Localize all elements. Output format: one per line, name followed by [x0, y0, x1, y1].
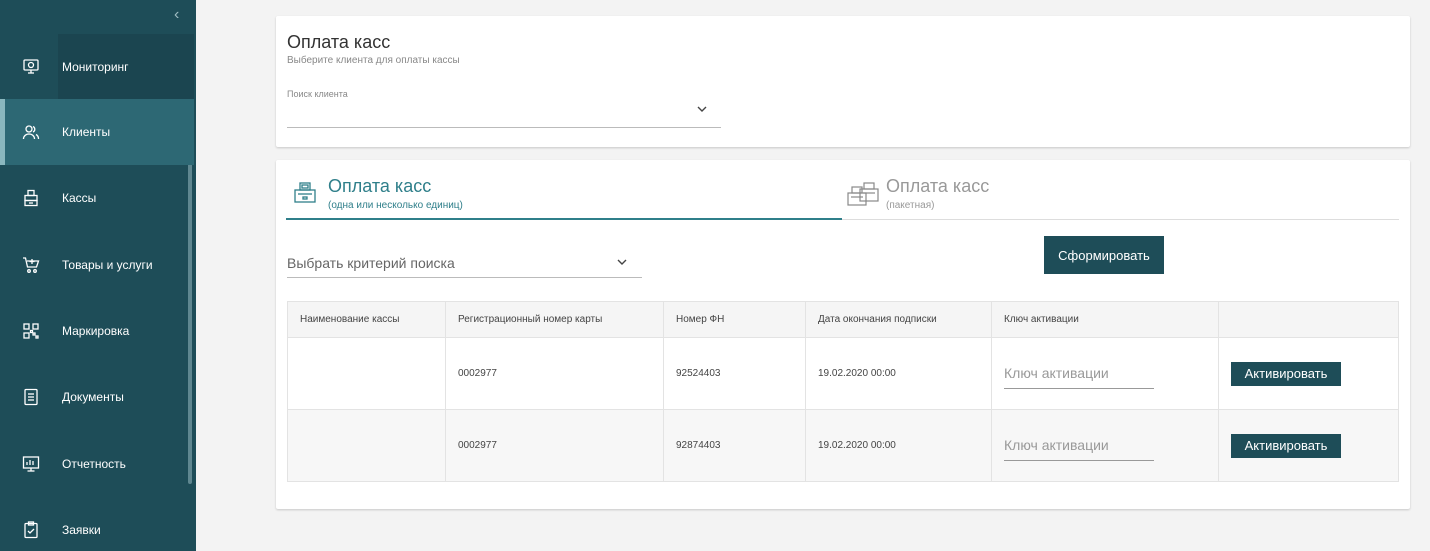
sidebar: ‹ Мониторинг Клиенты Кассы Товары и услу… — [0, 0, 196, 551]
column-header — [1218, 301, 1399, 338]
document-icon — [22, 388, 40, 406]
sidebar-item-monitoring[interactable]: Мониторинг — [0, 34, 194, 100]
sidebar-item-reports[interactable]: Отчетность — [0, 431, 194, 497]
chevron-down-icon — [616, 255, 628, 267]
activate-button[interactable]: Активировать — [1231, 433, 1341, 458]
sidebar-item-label: Товары и услуги — [62, 258, 153, 272]
sidebar-item-documents[interactable]: Документы — [0, 364, 194, 430]
chevron-down-icon[interactable] — [696, 102, 708, 114]
sidebar-item-label: Заявки — [62, 523, 101, 537]
report-icon — [22, 455, 40, 473]
action-cell: Активировать — [1218, 409, 1399, 482]
tab-batch-payment[interactable]: Оплата касс (пакетная) — [842, 176, 1399, 220]
page-title: Оплата касс — [287, 32, 391, 52]
table-row: 0002977 92874403 19.02.2020 00:00 Активи… — [287, 409, 1399, 482]
chevron-left-icon[interactable]: ‹ — [174, 7, 188, 23]
search-criteria-placeholder: Выбрать критерий поиска — [287, 255, 455, 271]
table-row: 0002977 92524403 19.02.2020 00:00 Активи… — [287, 337, 1399, 410]
sidebar-item-clients[interactable]: Клиенты — [0, 99, 194, 165]
cash-register-icon — [292, 180, 318, 206]
cash-registers-icon — [846, 180, 882, 210]
tab-subtitle: (пакетная) — [886, 200, 935, 211]
client-search-label: Поиск клиента — [287, 89, 348, 99]
sidebar-item-requests[interactable]: Заявки — [0, 497, 194, 551]
activate-button[interactable]: Активировать — [1231, 361, 1341, 386]
table-header-row: Наименование кассы Регистрационный номер… — [287, 301, 1399, 338]
sidebar-item-goods[interactable]: Товары и услуги — [0, 232, 194, 298]
cart-icon — [22, 256, 40, 274]
clipboard-check-icon — [22, 521, 40, 539]
payment-card: Оплата касс (одна или несколько единиц) … — [276, 160, 1410, 509]
cash-register-icon — [22, 189, 40, 207]
search-criteria-select[interactable]: Выбрать критерий поиска — [287, 247, 642, 278]
register-name-cell — [287, 409, 446, 482]
page-subtitle: Выберите клиента для оплаты кассы — [287, 55, 460, 66]
fn-number-cell: 92874403 — [663, 409, 806, 482]
users-icon — [22, 123, 40, 141]
column-header: Дата окончания подписки — [805, 301, 992, 338]
qr-code-icon — [22, 322, 40, 340]
sidebar-item-label: Документы — [62, 390, 124, 404]
activation-key-cell — [991, 337, 1219, 410]
tab-single-payment[interactable]: Оплата касс (одна или несколько единиц) — [286, 176, 842, 220]
sidebar-item-marking[interactable]: Маркировка — [0, 298, 194, 364]
tab-subtitle: (одна или несколько единиц) — [328, 200, 463, 211]
fn-number-cell: 92524403 — [663, 337, 806, 410]
generate-button[interactable]: Сформировать — [1044, 236, 1164, 274]
activation-key-input[interactable] — [1004, 358, 1154, 389]
sidebar-item-label: Маркировка — [62, 324, 130, 338]
column-header: Регистрационный номер карты — [445, 301, 664, 338]
sidebar-item-label: Кассы — [62, 191, 97, 205]
client-search-input[interactable] — [287, 102, 721, 128]
client-search-card: Оплата касс Выберите клиента для оплаты … — [276, 16, 1410, 147]
tab-title: Оплата касс — [328, 176, 432, 196]
register-name-cell — [287, 337, 446, 410]
action-cell: Активировать — [1218, 337, 1399, 410]
sidebar-item-label: Клиенты — [62, 125, 111, 139]
activation-key-cell — [991, 409, 1219, 482]
activation-key-input[interactable] — [1004, 430, 1154, 461]
sidebar-item-registers[interactable]: Кассы — [0, 165, 194, 231]
reg-number-cell: 0002977 — [445, 337, 664, 410]
subscription-end-cell: 19.02.2020 00:00 — [805, 337, 992, 410]
column-header: Наименование кассы — [287, 301, 446, 338]
subscription-end-cell: 19.02.2020 00:00 — [805, 409, 992, 482]
reg-number-cell: 0002977 — [445, 409, 664, 482]
sidebar-item-label: Отчетность — [62, 457, 126, 471]
column-header: Ключ активации — [991, 301, 1219, 338]
registers-table: Наименование кассы Регистрационный номер… — [287, 301, 1399, 482]
monitor-icon — [22, 58, 40, 76]
column-header: Номер ФН — [663, 301, 806, 338]
sidebar-item-label: Мониторинг — [62, 60, 129, 74]
tab-title: Оплата касс — [886, 176, 990, 196]
